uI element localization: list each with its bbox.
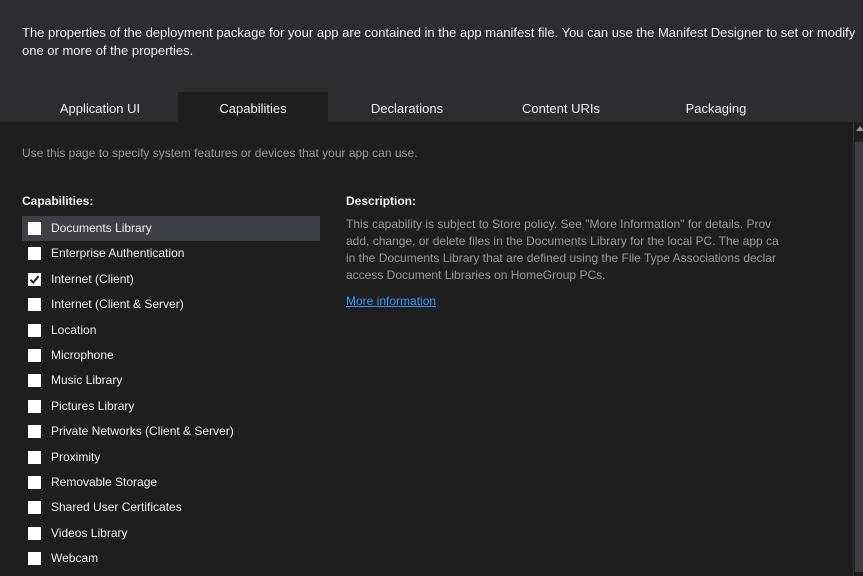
description-heading: Description:	[346, 194, 417, 208]
capability-item[interactable]: Removable Storage	[22, 470, 320, 495]
capability-item[interactable]: Microphone	[22, 343, 320, 368]
capability-checkbox[interactable]	[28, 527, 41, 540]
capability-checkbox[interactable]	[28, 425, 41, 438]
capability-item[interactable]: Music Library	[22, 368, 320, 393]
capability-label: Proximity	[51, 450, 101, 464]
capability-label: Internet (Client)	[51, 272, 134, 286]
capability-checkbox[interactable]	[28, 298, 41, 311]
capability-checkbox[interactable]	[28, 222, 41, 235]
capability-label: Webcam	[51, 551, 99, 565]
capability-checkbox[interactable]	[28, 349, 41, 362]
capability-label: Enterprise Authentication	[51, 246, 185, 260]
tab-declarations[interactable]: Declarations	[328, 92, 486, 122]
capability-label: Documents Library	[51, 221, 152, 235]
capability-checkbox[interactable]	[28, 400, 41, 413]
capability-item[interactable]: Location	[22, 318, 320, 343]
manifest-description: The properties of the deployment package…	[22, 25, 856, 58]
page-intro: Use this page to specify system features…	[22, 146, 418, 160]
description-line: access Document Libraries on HomeGroup P…	[346, 268, 606, 282]
scrollbar-thumb[interactable]	[855, 142, 863, 572]
capability-item[interactable]: Shared User Certificates	[22, 495, 320, 520]
capability-checkbox[interactable]	[28, 476, 41, 489]
capability-label: Internet (Client & Server)	[51, 297, 184, 311]
capability-label: Removable Storage	[51, 475, 158, 489]
checkmark-icon	[29, 275, 40, 284]
vertical-scrollbar[interactable]	[853, 122, 863, 576]
description-line: add, change, or delete files in the Docu…	[346, 234, 779, 248]
capabilities-page: Use this page to specify system features…	[0, 122, 853, 576]
capability-label: Music Library	[51, 373, 123, 387]
capability-checkbox[interactable]	[28, 247, 41, 260]
capabilities-list: Documents Library Enterprise Authenticati…	[22, 216, 320, 576]
capability-label: Videos Library	[51, 526, 128, 540]
scroll-up-arrow-icon[interactable]	[856, 126, 863, 131]
capability-label: Location	[51, 323, 97, 337]
capability-checkbox[interactable]	[28, 501, 41, 514]
capability-checkbox[interactable]	[28, 374, 41, 387]
capability-item[interactable]: Internet (Client & Server)	[22, 292, 320, 317]
description-line: This capability is subject to Store poli…	[346, 217, 772, 231]
capability-item[interactable]: Videos Library	[22, 521, 320, 546]
capabilities-heading: Capabilities:	[22, 194, 94, 208]
capability-label: Private Networks (Client & Server)	[51, 424, 234, 438]
capability-label: Pictures Library	[51, 399, 135, 413]
description-text: This capability is subject to Store poli…	[346, 216, 853, 284]
capability-item[interactable]: Internet (Client)	[22, 267, 320, 292]
tab-bar: Application UI Capabilities Declarations…	[0, 92, 863, 122]
capability-checkbox[interactable]	[28, 451, 41, 464]
capability-item[interactable]: Enterprise Authentication	[22, 241, 320, 266]
tab-packaging[interactable]: Packaging	[636, 92, 796, 122]
more-information-link[interactable]: More information	[346, 294, 436, 308]
capability-checkbox[interactable]	[28, 273, 41, 286]
capability-label: Microphone	[51, 348, 114, 362]
manifest-header: The properties of the deployment package…	[0, 0, 863, 92]
tab-capabilities[interactable]: Capabilities	[178, 92, 328, 122]
capability-checkbox[interactable]	[28, 552, 41, 565]
tab-content-uris[interactable]: Content URIs	[486, 92, 636, 122]
capability-item[interactable]: Proximity	[22, 445, 320, 470]
capability-item[interactable]: Documents Library	[22, 216, 320, 241]
capability-item[interactable]: Webcam	[22, 546, 320, 571]
capability-item[interactable]: Pictures Library	[22, 394, 320, 419]
capability-label: Shared User Certificates	[51, 500, 182, 514]
description-line: in the Documents Library that are define…	[346, 251, 777, 265]
capability-checkbox[interactable]	[28, 324, 41, 337]
tab-application-ui[interactable]: Application UI	[22, 92, 178, 122]
capability-item[interactable]: Private Networks (Client & Server)	[22, 419, 320, 444]
